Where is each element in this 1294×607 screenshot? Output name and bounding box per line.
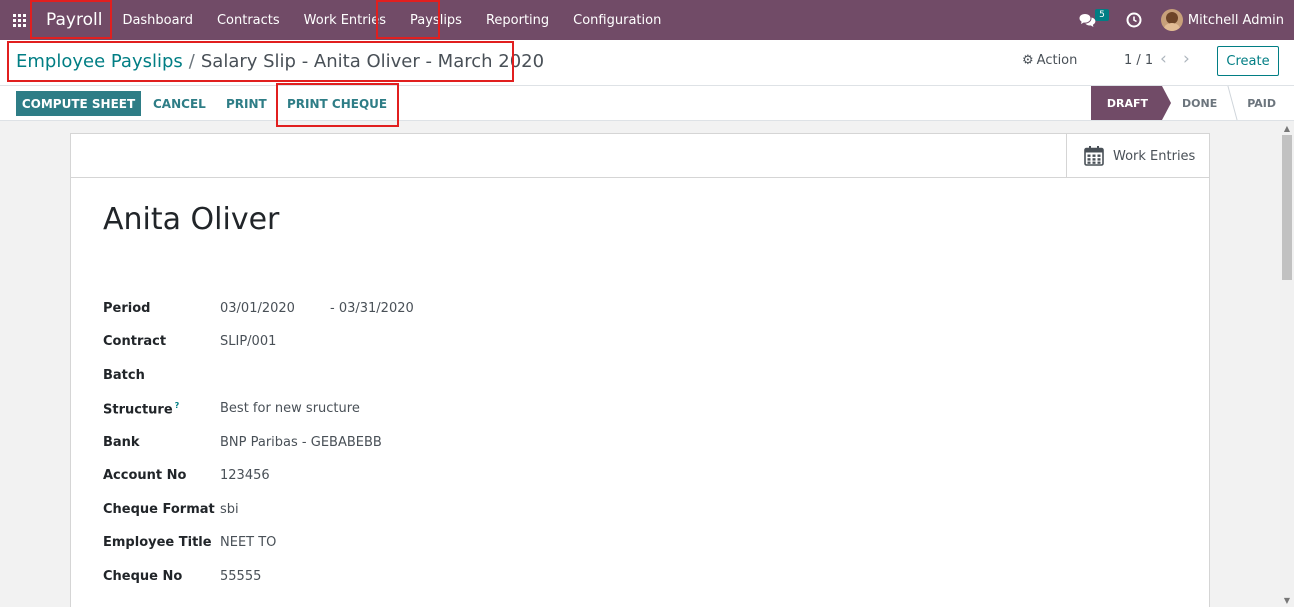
stage-paid[interactable]: PAID	[1229, 86, 1278, 120]
stage-draft[interactable]: DRAFT	[1090, 86, 1172, 120]
breadcrumb: Employee Payslips / Salary Slip - Anita …	[16, 51, 544, 72]
field-cheque-no: Cheque No 55555	[103, 569, 261, 584]
action-label: Action	[1036, 53, 1078, 68]
print-button[interactable]: PRINT	[226, 91, 267, 116]
status-stages: DRAFT DONE PAID	[1090, 86, 1278, 120]
field-period: Period 03/01/2020 - 03/31/2020	[103, 301, 414, 316]
control-panel: Employee Payslips / Salary Slip - Anita …	[0, 40, 1294, 86]
field-bank: Bank BNP Paribas - GEBABEBB	[103, 435, 382, 450]
app-brand[interactable]: Payroll	[38, 0, 110, 40]
employee-title-input[interactable]: NEET TO	[220, 535, 276, 550]
menu-work-entries[interactable]: Work Entries	[292, 0, 398, 40]
breadcrumb-parent[interactable]: Employee Payslips	[16, 51, 183, 72]
vertical-scrollbar[interactable]: ▲ ▼	[1280, 121, 1294, 607]
field-employee-title: Employee Title NEET TO	[103, 535, 276, 550]
print-cheque-button[interactable]: PRINT CHEQUE	[287, 91, 387, 116]
field-batch: Batch	[103, 368, 220, 383]
field-structure: Structure? Best for new sructure	[103, 401, 360, 417]
avatar[interactable]	[1160, 9, 1183, 31]
scroll-down-icon[interactable]: ▼	[1280, 593, 1294, 607]
account-no-label: Account No	[103, 468, 187, 483]
smart-button-row: Work Entries	[71, 134, 1209, 178]
chevron-right-icon[interactable]: ›	[1183, 49, 1190, 69]
employee-name[interactable]: Anita Oliver	[103, 202, 279, 237]
calendar-icon	[1084, 146, 1104, 166]
apps-grid-icon[interactable]	[0, 0, 38, 40]
cheque-no-label: Cheque No	[103, 569, 183, 584]
scrollbar-thumb[interactable]	[1282, 135, 1292, 280]
period-from-input[interactable]: 03/01/2020	[220, 301, 330, 316]
user-menu[interactable]: Mitchell Admin	[1188, 13, 1284, 28]
employee-title-label: Employee Title	[103, 535, 212, 550]
scroll-up-icon[interactable]: ▲	[1280, 121, 1294, 135]
menu-dashboard[interactable]: Dashboard	[110, 0, 205, 40]
compute-sheet-button[interactable]: COMPUTE SHEET	[16, 91, 141, 116]
chat-count-badge: 5	[1095, 9, 1109, 21]
structure-input[interactable]: Best for new sructure	[220, 401, 360, 417]
breadcrumb-current: Salary Slip - Anita Oliver - March 2020	[200, 51, 545, 72]
structure-label-text: Structure	[103, 402, 173, 418]
smart-button-label: Work Entries	[1113, 148, 1196, 164]
work-entries-smart-button[interactable]: Work Entries	[1066, 134, 1209, 178]
structure-label: Structure?	[103, 401, 220, 417]
help-tooltip-icon[interactable]: ?	[175, 401, 180, 410]
top-navbar: Payroll Dashboard Contracts Work Entries…	[0, 0, 1294, 40]
chevron-left-icon[interactable]: ‹	[1160, 49, 1167, 69]
account-no-input[interactable]: 123456	[220, 468, 270, 483]
gear-icon: ⚙	[1022, 53, 1034, 68]
bank-input[interactable]: BNP Paribas - GEBABEBB	[220, 435, 382, 450]
form-sheet: Work Entries Anita Oliver Period 03/01/2…	[70, 133, 1210, 607]
contract-input[interactable]: SLIP/001	[220, 334, 276, 349]
menu-reporting[interactable]: Reporting	[474, 0, 561, 40]
stage-done[interactable]: DONE	[1162, 86, 1229, 120]
field-cheque-format: Cheque Format sbi	[103, 502, 239, 517]
period-to-input[interactable]: - 03/31/2020	[330, 301, 414, 316]
statusbar: COMPUTE SHEET CANCEL PRINT PRINT CHEQUE …	[0, 86, 1294, 121]
clock-icon[interactable]	[1119, 0, 1149, 40]
contract-label: Contract	[103, 334, 167, 349]
cheque-format-input[interactable]: sbi	[220, 502, 239, 517]
navbar-right: 5 Mitchell Admin	[1073, 0, 1294, 40]
create-button[interactable]: Create	[1217, 46, 1279, 76]
period-label: Period	[103, 301, 151, 316]
field-contract: Contract SLIP/001	[103, 334, 276, 349]
field-account-no: Account No 123456	[103, 468, 270, 483]
action-button[interactable]: ⚙ Action	[1022, 53, 1077, 68]
menu-contracts[interactable]: Contracts	[205, 0, 292, 40]
cancel-button[interactable]: CANCEL	[153, 91, 206, 116]
batch-label: Batch	[103, 368, 145, 383]
bank-label: Bank	[103, 435, 140, 450]
menu-payslips[interactable]: Payslips	[398, 0, 474, 40]
breadcrumb-separator: /	[188, 51, 195, 72]
pager-value[interactable]: 1 / 1	[1124, 53, 1153, 68]
chat-icon[interactable]: 5	[1073, 0, 1109, 40]
cheque-no-input[interactable]: 55555	[220, 569, 261, 584]
cheque-format-label: Cheque Format	[103, 502, 215, 517]
menu-configuration[interactable]: Configuration	[561, 0, 673, 40]
